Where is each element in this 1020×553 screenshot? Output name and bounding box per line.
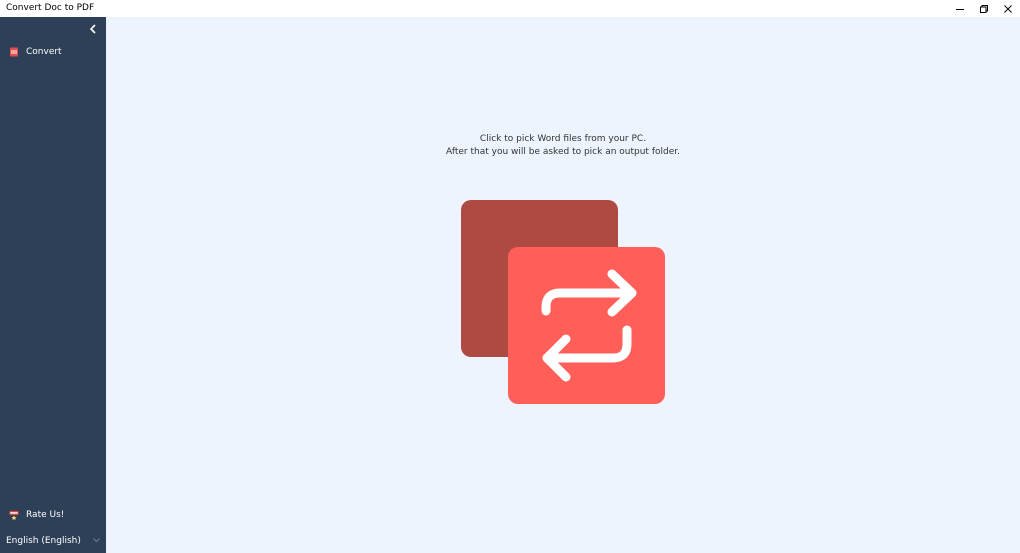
close-icon <box>1004 4 1012 13</box>
instruction-line-2: After that you will be asked to pick an … <box>446 147 680 157</box>
language-select[interactable]: English (English) <box>0 530 106 552</box>
sidebar-item-rate-us[interactable]: Rate Us! <box>0 504 106 526</box>
minimize-button[interactable] <box>948 0 972 17</box>
pdf-file-icon <box>9 47 19 57</box>
instruction-line-1: Click to pick Word files from your PC. <box>479 134 647 144</box>
sidebar-item-convert[interactable]: Convert <box>0 41 106 63</box>
chevron-down-icon <box>93 538 100 543</box>
close-button[interactable] <box>996 0 1020 17</box>
title-bar: Convert Doc to PDF <box>0 0 1020 17</box>
pick-files-button[interactable] <box>461 200 666 405</box>
review-badge-icon <box>9 510 19 520</box>
convert-arrows-icon <box>541 269 637 382</box>
minimize-icon <box>956 8 964 10</box>
collapse-sidebar-button[interactable] <box>84 21 102 37</box>
restore-icon <box>980 4 988 13</box>
sidebar: Convert Rate Us! English (English) <box>0 17 106 553</box>
sidebar-item-label: Convert <box>26 47 62 57</box>
main-content: Click to pick Word files from your PC. A… <box>106 17 1020 553</box>
instructions-text: Click to pick Word files from your PC. A… <box>106 133 1020 159</box>
chevron-left-icon <box>89 24 96 34</box>
language-value: English (English) <box>6 536 81 546</box>
window-controls <box>948 0 1020 17</box>
restore-button[interactable] <box>972 0 996 17</box>
app-title: Convert Doc to PDF <box>6 3 95 13</box>
sidebar-item-label: Rate Us! <box>26 510 65 520</box>
